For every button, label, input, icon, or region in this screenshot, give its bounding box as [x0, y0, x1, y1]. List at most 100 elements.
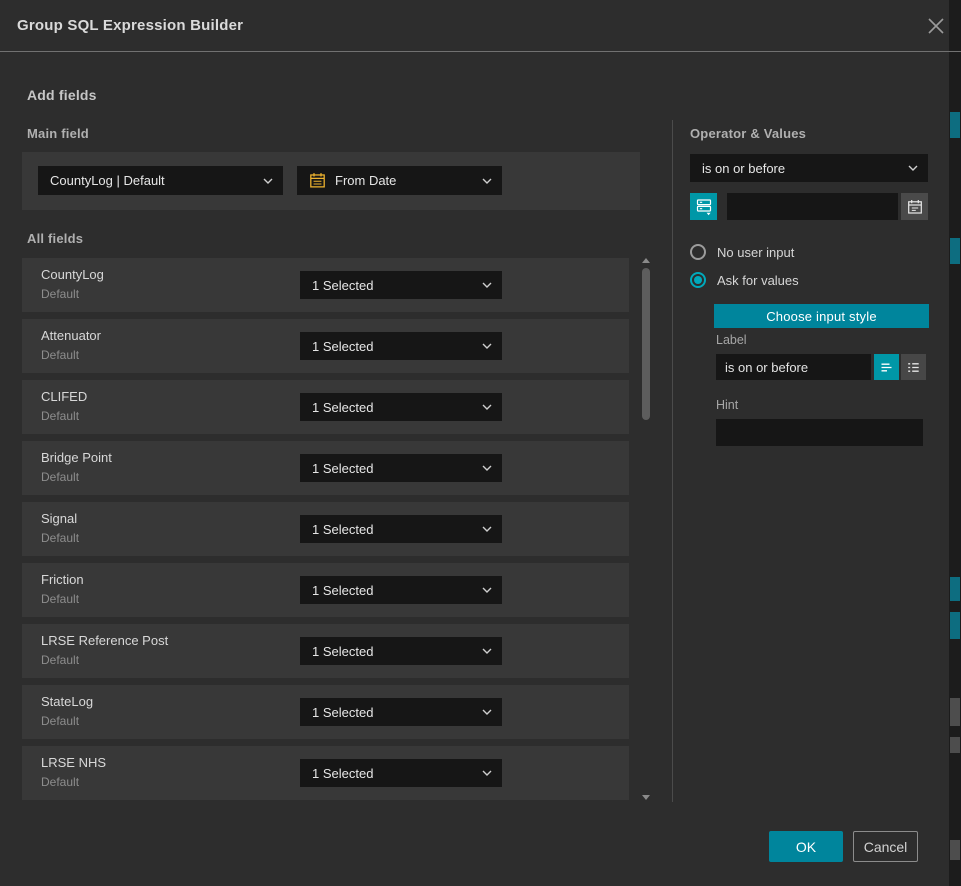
choose-input-style-button[interactable]: Choose input style [714, 304, 929, 328]
operator-values-heading: Operator & Values [690, 126, 806, 141]
chevron-down-icon [908, 165, 918, 171]
field-name: Friction [41, 572, 84, 587]
radio-ask-for-values-label: Ask for values [717, 273, 799, 288]
field-subtitle: Default [41, 348, 79, 362]
field-selection-value: 1 Selected [312, 705, 482, 720]
background-fragment [950, 698, 960, 726]
chevron-down-icon [482, 178, 492, 184]
background-fragment [950, 737, 960, 753]
field-selection-select[interactable]: 1 Selected [300, 515, 502, 543]
field-selection-select[interactable]: 1 Selected [300, 271, 502, 299]
cancel-button[interactable]: Cancel [853, 831, 918, 862]
field-row: LRSE NHS Default 1 Selected [22, 746, 629, 800]
value-input[interactable] [727, 193, 898, 220]
radio-no-user-input-label: No user input [717, 245, 794, 260]
all-fields-label: All fields [27, 231, 83, 246]
field-name: CountyLog [41, 267, 104, 282]
field-row: Friction Default 1 Selected [22, 563, 629, 617]
field-name: StateLog [41, 694, 93, 709]
background-fragment [950, 840, 960, 860]
chevron-down-icon [482, 770, 492, 776]
chevron-down-icon [482, 404, 492, 410]
field-selection-select[interactable]: 1 Selected [300, 454, 502, 482]
field-row: LRSE Reference Post Default 1 Selected [22, 624, 629, 678]
background-fragment [950, 112, 960, 138]
radio-no-user-input[interactable]: No user input [690, 244, 794, 260]
field-selection-select[interactable]: 1 Selected [300, 576, 502, 604]
field-selection-value: 1 Selected [312, 583, 482, 598]
field-row: Bridge Point Default 1 Selected [22, 441, 629, 495]
input-type-button[interactable] [690, 193, 717, 220]
operator-select-value: is on or before [702, 161, 908, 176]
background-fragment [950, 577, 960, 601]
field-name: Bridge Point [41, 450, 112, 465]
chevron-down-icon [482, 587, 492, 593]
close-icon [927, 17, 945, 35]
background-fragment [950, 612, 960, 639]
single-value-style-button[interactable] [874, 354, 899, 380]
add-fields-heading: Add fields [27, 87, 97, 103]
field-subtitle: Default [41, 531, 79, 545]
background-fragment [950, 238, 960, 264]
main-field-label: Main field [27, 126, 89, 141]
field-selection-select[interactable]: 1 Selected [300, 759, 502, 787]
field-subtitle: Default [41, 592, 79, 606]
field-subtitle: Default [41, 287, 79, 301]
date-field-select-value: From Date [335, 173, 482, 188]
calendar-icon [907, 199, 923, 215]
scroll-down-arrow[interactable] [642, 795, 650, 800]
field-selection-select[interactable]: 1 Selected [300, 698, 502, 726]
hint-input[interactable] [716, 419, 923, 446]
field-row: CLIFED Default 1 Selected [22, 380, 629, 434]
field-subtitle: Default [41, 775, 79, 789]
field-selection-value: 1 Selected [312, 339, 482, 354]
field-row: CountyLog Default 1 Selected [22, 258, 629, 312]
field-selection-value: 1 Selected [312, 522, 482, 537]
field-name: LRSE NHS [41, 755, 106, 770]
field-row: Signal Default 1 Selected [22, 502, 629, 556]
field-row: Attenuator Default 1 Selected [22, 319, 629, 373]
operator-select[interactable]: is on or before [690, 154, 928, 182]
main-field-panel: CountyLog | Default From Date [22, 152, 640, 210]
scroll-up-arrow[interactable] [642, 258, 650, 263]
field-selection-select[interactable]: 1 Selected [300, 637, 502, 665]
radio-selected-icon [690, 272, 706, 288]
field-selection-value: 1 Selected [312, 278, 482, 293]
all-fields-list: CountyLog Default 1 Selected Attenuator … [22, 258, 629, 807]
calendar-icon [309, 172, 326, 189]
field-selection-value: 1 Selected [312, 644, 482, 659]
field-subtitle: Default [41, 714, 79, 728]
field-selection-value: 1 Selected [312, 766, 482, 781]
label-field-label: Label [716, 333, 747, 347]
field-selection-select[interactable]: 1 Selected [300, 393, 502, 421]
field-selection-select[interactable]: 1 Selected [300, 332, 502, 360]
dialog-title: Group SQL Expression Builder [17, 0, 243, 52]
field-row: StateLog Default 1 Selected [22, 685, 629, 739]
stacked-rows-icon [695, 197, 713, 216]
close-button[interactable] [927, 17, 945, 35]
chevron-down-icon [482, 648, 492, 654]
field-subtitle: Default [41, 409, 79, 423]
chevron-down-icon [482, 343, 492, 349]
list-style-button[interactable] [901, 354, 926, 380]
field-name: LRSE Reference Post [41, 633, 168, 648]
chevron-down-icon [482, 282, 492, 288]
field-subtitle: Default [41, 470, 79, 484]
date-picker-button[interactable] [901, 193, 928, 220]
chevron-down-icon [263, 178, 273, 184]
ok-button[interactable]: OK [769, 831, 843, 862]
field-selection-value: 1 Selected [312, 461, 482, 476]
field-name: Signal [41, 511, 77, 526]
chevron-down-icon [482, 465, 492, 471]
layer-select-value: CountyLog | Default [50, 173, 263, 188]
date-field-select[interactable]: From Date [297, 166, 502, 195]
label-input[interactable] [716, 354, 871, 380]
radio-ask-for-values[interactable]: Ask for values [690, 272, 799, 288]
dialog-titlebar: Group SQL Expression Builder [0, 0, 961, 52]
scrollbar-thumb[interactable] [642, 268, 650, 420]
chevron-down-icon [482, 709, 492, 715]
field-subtitle: Default [41, 653, 79, 667]
field-name: CLIFED [41, 389, 87, 404]
hint-field-label: Hint [716, 398, 738, 412]
layer-select[interactable]: CountyLog | Default [38, 166, 283, 195]
